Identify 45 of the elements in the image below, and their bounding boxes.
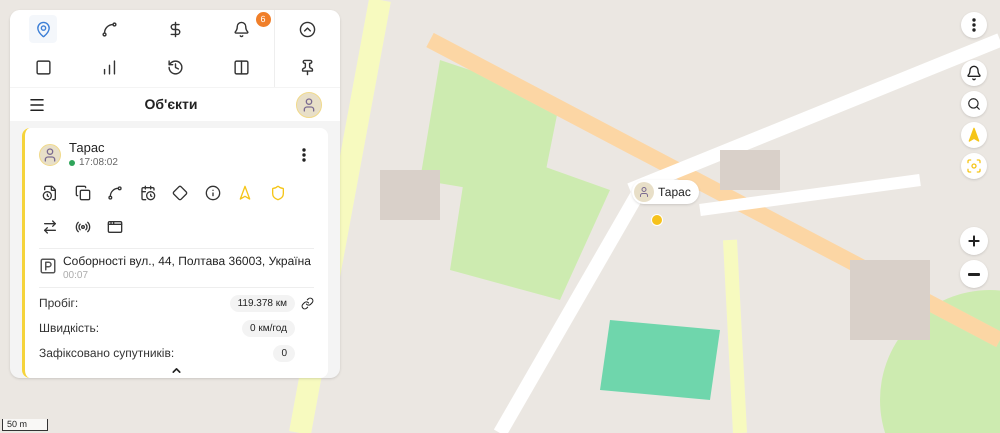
- more-icon: [972, 18, 976, 32]
- chevron-up-circle-icon: [299, 20, 316, 38]
- person-icon: [300, 96, 317, 112]
- broadcast-icon: [74, 219, 90, 235]
- address-text: Соборності вул., 44, Полтава 36003, Україна: [63, 254, 311, 269]
- history-icon: [166, 59, 184, 76]
- stat-value: 0: [273, 344, 295, 362]
- bell-icon: [232, 20, 250, 38]
- parking-duration: 00:07: [63, 269, 90, 282]
- pin-icon: [299, 59, 316, 76]
- person-icon: [638, 186, 650, 198]
- bell-icon: [966, 65, 982, 81]
- info-icon: [204, 185, 220, 201]
- navigation-arrow-icon: [966, 127, 982, 143]
- navigation-icon: [237, 185, 253, 201]
- calendar-clock-icon: [140, 185, 156, 201]
- link-icon[interactable]: [301, 296, 314, 310]
- stat-label: Швидкість:: [39, 320, 100, 337]
- stat-value: 0 км/год: [242, 320, 295, 336]
- focus-icon: [966, 158, 982, 174]
- copy-icon: [74, 185, 90, 201]
- swap-icon: [42, 219, 58, 235]
- toolbar-map-pin-button[interactable]: [29, 15, 57, 44]
- diamond-icon: [172, 185, 188, 201]
- object-name[interactable]: Тарас: [69, 140, 118, 155]
- header-title: Об'єкти: [144, 95, 198, 114]
- stat-label: Зафіксовано супутників:: [39, 345, 174, 362]
- route-icon: [100, 20, 118, 38]
- route-icon: [107, 185, 123, 201]
- plus-icon: [966, 233, 982, 249]
- columns-icon: [232, 59, 250, 76]
- scale-bar: 50 m: [2, 419, 48, 431]
- shield-icon: [270, 185, 286, 201]
- more-icon: [302, 148, 306, 162]
- notification-badge: 6: [256, 12, 271, 27]
- minus-icon: [968, 272, 980, 276]
- stat-value: 119.378 км: [230, 294, 295, 312]
- object-marker[interactable]: Тарас: [632, 180, 699, 204]
- file-clock-icon: [42, 185, 58, 201]
- map-pin-icon: [34, 20, 52, 38]
- square-icon: [34, 59, 52, 76]
- last-update-time: 17:08:02: [79, 156, 118, 170]
- parking-icon: [39, 257, 57, 275]
- stat-label: Пробіг:: [39, 295, 78, 312]
- search-icon: [967, 97, 981, 111]
